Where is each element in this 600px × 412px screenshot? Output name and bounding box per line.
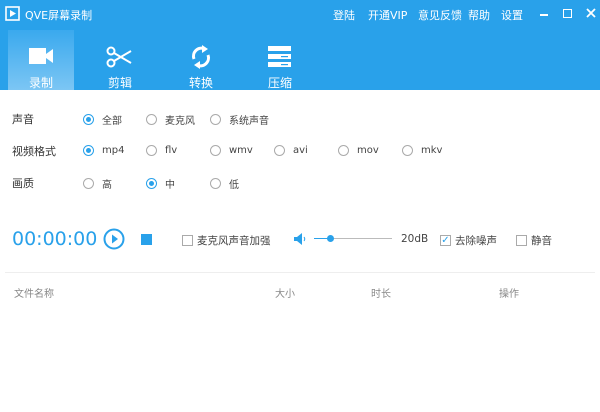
volume-slider-handle[interactable] [326, 235, 334, 242]
menu-help[interactable]: 帮助 [468, 7, 490, 23]
radio-format-flv[interactable]: flv [146, 145, 177, 156]
mute-checkbox[interactable]: 静音 [516, 233, 552, 248]
column-actions: 操作 [499, 289, 519, 300]
radio-quality-high[interactable]: 高 [83, 176, 112, 191]
tab-record[interactable]: 录制 [8, 30, 74, 90]
volume-icon[interactable] [294, 233, 306, 245]
quality-label: 画质 [12, 177, 34, 190]
minimize-button[interactable] [540, 14, 548, 16]
radio-sound-mic[interactable]: 麦克风 [146, 112, 195, 127]
tab-label: 剪辑 [107, 76, 132, 90]
radio-format-mkv[interactable]: mkv [402, 145, 442, 156]
radio-sound-all[interactable]: 全部 [83, 112, 122, 127]
refresh-icon [192, 45, 210, 69]
radio-format-mp4[interactable]: mp4 [83, 145, 124, 156]
radio-format-mov[interactable]: mov [338, 145, 379, 156]
tab-label: 压缩 [267, 76, 292, 90]
scissors-icon [106, 46, 132, 68]
menu-vip[interactable]: 开通VIP [368, 7, 407, 23]
stop-button[interactable] [141, 234, 152, 245]
sound-label: 声音 [12, 113, 34, 126]
radio-quality-medium[interactable]: 中 [146, 176, 175, 191]
column-duration: 时长 [371, 289, 391, 300]
tab-label: 转换 [188, 76, 213, 90]
denoise-checkbox[interactable]: ✓ 去除噪声 [440, 233, 497, 248]
menu-login[interactable]: 登陆 [333, 7, 355, 23]
menu-settings[interactable]: 设置 [501, 7, 523, 23]
menu-feedback[interactable]: 意见反馈 [418, 7, 462, 23]
play-button[interactable] [103, 228, 125, 250]
close-button[interactable] [586, 8, 596, 18]
format-label: 视频格式 [12, 145, 56, 158]
tab-label: 录制 [28, 76, 53, 90]
volume-slider[interactable] [314, 235, 392, 242]
divider [5, 272, 595, 273]
radio-format-avi[interactable]: avi [274, 145, 308, 156]
column-size: 大小 [275, 289, 295, 300]
tab-convert[interactable]: 转换 [168, 30, 234, 90]
tab-edit[interactable]: 剪辑 [87, 30, 153, 90]
timer-display: 00:00:00 [12, 228, 98, 250]
app-title: QVE屏幕录制 [25, 9, 93, 22]
app-logo-icon [5, 6, 20, 21]
radio-sound-system[interactable]: 系统声音 [210, 112, 269, 127]
tab-compress[interactable]: 压缩 [247, 30, 313, 90]
volume-value: 20dB [401, 233, 429, 245]
radio-quality-low[interactable]: 低 [210, 176, 239, 191]
column-filename: 文件名称 [14, 289, 54, 300]
radio-format-wmv[interactable]: wmv [210, 145, 253, 156]
header: QVE屏幕录制 登陆 开通VIP 意见反馈 帮助 设置 录制 剪辑 转换 压缩 [0, 0, 600, 90]
maximize-button[interactable] [563, 9, 572, 18]
server-stack-icon [268, 46, 291, 67]
video-camera-icon [29, 48, 53, 64]
mic-boost-checkbox[interactable]: 麦克风声音加强 [182, 233, 271, 248]
